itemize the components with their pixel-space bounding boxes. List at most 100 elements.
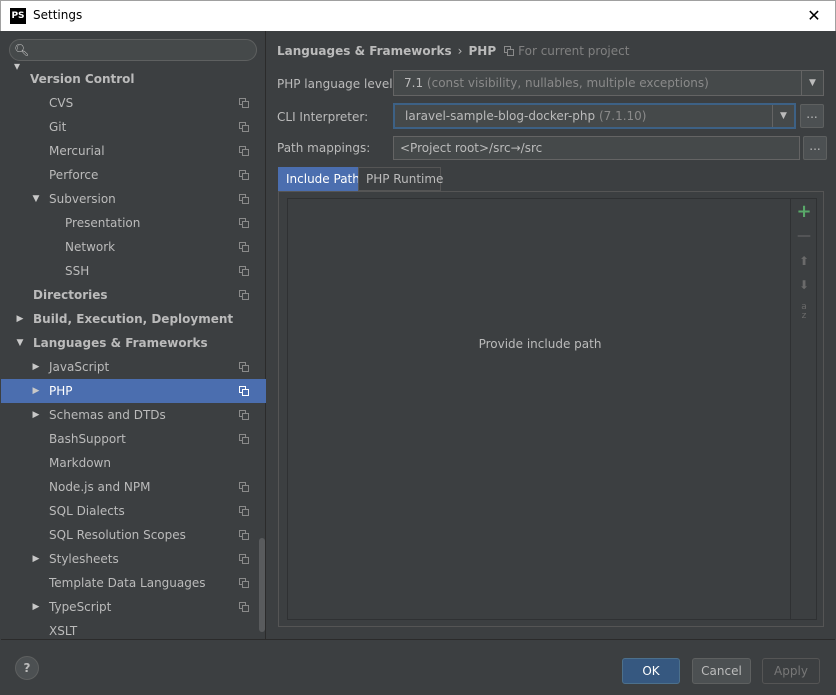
collapsed-arrow-icon[interactable]: ▶	[30, 547, 42, 571]
expanded-arrow-icon[interactable]: ▼	[14, 331, 26, 355]
sort-icon-bottom: z	[801, 311, 807, 321]
sidebar-item-schemas-and-dtds[interactable]: ▶ Schemas and DTDs	[1, 403, 266, 427]
empty-list-text: Provide include path	[478, 337, 602, 351]
cli-interpreter-label: CLI Interpreter:	[277, 110, 369, 124]
sidebar-item-label: Subversion	[49, 192, 116, 206]
sidebar-item-xslt[interactable]: XSLT	[1, 619, 266, 639]
sidebar-item-label: Mercurial	[49, 144, 105, 158]
sidebar-item-ssh[interactable]: SSH	[1, 259, 266, 283]
sidebar-item-version-control[interactable]: Version Control	[1, 67, 266, 91]
chevron-down-icon[interactable]: ▼	[801, 71, 823, 95]
collapsed-arrow-icon[interactable]: ▶	[30, 403, 42, 427]
cancel-button[interactable]: Cancel	[692, 658, 751, 684]
project-scope-icon	[239, 242, 249, 252]
sidebar-item-label: Build, Execution, Deployment	[33, 312, 234, 326]
sidebar-item-label: BashSupport	[49, 432, 126, 446]
sidebar-item-label: Node.js and NPM	[49, 480, 151, 494]
add-icon[interactable]: +	[795, 203, 813, 221]
apply-button[interactable]: Apply	[762, 658, 820, 684]
cli-interpreter-select[interactable]: laravel-sample-blog-docker-php (7.1.10) …	[393, 103, 796, 129]
project-scope-icon	[239, 554, 249, 564]
sidebar-item-sql-resolution-scopes[interactable]: SQL Resolution Scopes	[1, 523, 266, 547]
sidebar-item-label: Version Control	[30, 72, 135, 86]
breadcrumb-scope: For current project	[518, 43, 630, 58]
window-title: Settings	[33, 8, 83, 22]
search-input[interactable]: 🔍︎▾	[9, 39, 257, 73]
sidebar-item-mercurial[interactable]: Mercurial	[1, 139, 266, 163]
sidebar-item-presentation[interactable]: Presentation	[1, 211, 266, 235]
sidebar-item-cvs[interactable]: CVS	[1, 91, 266, 115]
sidebar-scrollbar[interactable]	[259, 538, 265, 632]
sidebar-item-label: SSH	[65, 264, 90, 278]
sidebar-item-network[interactable]: Network	[1, 235, 266, 259]
sidebar-item-label: Template Data Languages	[49, 576, 206, 590]
sidebar-item-javascript[interactable]: ▶ JavaScript	[1, 355, 266, 379]
sidebar-item-label: PHP	[49, 384, 73, 398]
sidebar-item-directories[interactable]: Directories	[1, 283, 266, 307]
sidebar-item-label: Perforce	[49, 168, 99, 182]
sidebar-item-typescript[interactable]: ▶ TypeScript	[1, 595, 266, 619]
project-scope-icon	[239, 386, 249, 396]
sidebar-item-sql-dialects[interactable]: SQL Dialects	[1, 499, 266, 523]
breadcrumb-current: PHP	[468, 43, 497, 58]
project-scope-icon	[239, 218, 249, 228]
title-bar: PS Settings ✕	[0, 0, 836, 31]
settings-content: Languages & Frameworks › PHP For current pr…	[267, 31, 835, 639]
sort-icon[interactable]: a z	[795, 303, 813, 321]
cli-interpreter-browse-button[interactable]: ...	[800, 104, 824, 128]
collapsed-arrow-icon[interactable]: ▶	[30, 355, 42, 379]
collapsed-arrow-icon[interactable]: ▶	[30, 379, 42, 403]
collapsed-arrow-icon[interactable]: ▶	[30, 595, 42, 619]
include-path-list[interactable]: Provide include path	[287, 198, 791, 620]
close-icon[interactable]: ✕	[803, 5, 825, 27]
language-level-select[interactable]: 7.1 (const visibility, nullables, multip…	[393, 70, 824, 96]
sidebar-item-node-js-and-npm[interactable]: Node.js and NPM	[1, 475, 266, 499]
remove-icon[interactable]: —	[795, 227, 813, 245]
path-mappings-browse-button[interactable]: ...	[803, 136, 827, 160]
sidebar-item-label: SQL Resolution Scopes	[49, 528, 186, 542]
expanded-arrow-icon[interactable]: ▼	[30, 187, 42, 211]
project-scope-icon	[239, 290, 249, 300]
tab-php-runtime[interactable]: PHP Runtime	[358, 167, 443, 191]
collapsed-arrow-icon[interactable]: ▶	[14, 307, 26, 331]
sidebar-item-markdown[interactable]: Markdown	[1, 451, 266, 475]
project-scope-icon	[239, 362, 249, 372]
sidebar-item-bashsupport[interactable]: BashSupport	[1, 427, 266, 451]
sidebar-item-php[interactable]: ▶ PHP	[1, 379, 266, 403]
project-scope-icon	[239, 602, 249, 612]
project-scope-icon	[239, 170, 249, 180]
sidebar-item-build-execution-deployment[interactable]: ▶ Build, Execution, Deployment	[1, 307, 266, 331]
sidebar-item-label: CVS	[49, 96, 74, 110]
sidebar-item-git[interactable]: Git	[1, 115, 266, 139]
sidebar-item-stylesheets[interactable]: ▶ Stylesheets	[1, 547, 266, 571]
language-level-label: PHP language level:	[277, 77, 397, 91]
sidebar-item-label: Directories	[33, 288, 108, 302]
sidebar-item-languages-frameworks[interactable]: ▼ Languages & Frameworks	[1, 331, 266, 355]
breadcrumb-separator: ›	[457, 43, 463, 58]
project-scope-icon	[239, 410, 249, 420]
sidebar-item-template-data-languages[interactable]: Template Data Languages	[1, 571, 266, 595]
project-scope-icon	[239, 266, 249, 276]
sidebar-item-perforce[interactable]: Perforce	[1, 163, 266, 187]
phpstorm-app-icon: PS	[10, 8, 26, 24]
project-scope-icon	[239, 506, 249, 516]
help-button[interactable]: ?	[15, 656, 39, 680]
move-up-icon[interactable]: ⬆	[795, 252, 813, 270]
move-down-icon[interactable]: ⬇	[795, 276, 813, 294]
sidebar-item-label: Presentation	[65, 216, 141, 230]
search-icon[interactable]: 🔍︎▾	[14, 42, 34, 73]
project-scope-icon	[239, 578, 249, 588]
sidebar-item-label: Git	[49, 120, 67, 134]
project-scope-icon	[239, 194, 249, 204]
sidebar-item-subversion[interactable]: ▼ Subversion	[1, 187, 266, 211]
path-mappings-field[interactable]: <Project root>/src→/src	[393, 136, 800, 160]
language-level-value: 7.1	[404, 76, 424, 90]
chevron-down-icon[interactable]: ▼	[772, 105, 794, 127]
tab-include-path[interactable]: Include Path	[278, 167, 360, 191]
settings-tree: Version Control CVS Git Mercurial Perforce ▼ S…	[1, 67, 266, 639]
ok-button[interactable]: OK	[622, 658, 680, 684]
path-mappings-label: Path mappings:	[277, 141, 371, 155]
project-scope-icon	[239, 98, 249, 108]
breadcrumb: Languages & Frameworks › PHP For current pr…	[277, 43, 629, 59]
project-scope-icon	[239, 146, 249, 156]
